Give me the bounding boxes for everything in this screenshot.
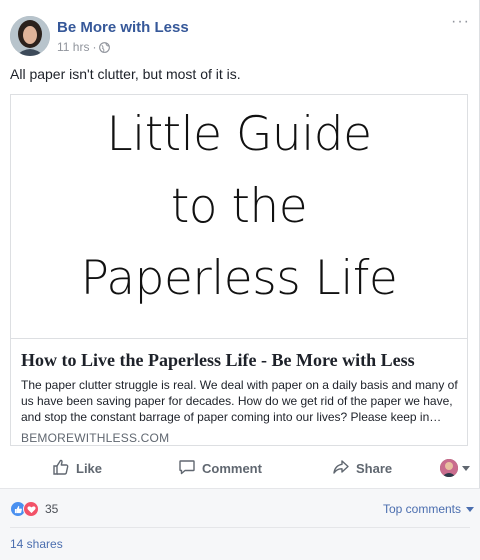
sort-chevron-down-icon <box>466 506 474 512</box>
attachment-image[interactable]: Little Guide to the Paperless Life <box>11 95 467 339</box>
sort-label: Top comments <box>382 502 461 516</box>
comment-label: Comment <box>202 460 262 476</box>
reaction-count: 35 <box>45 502 59 516</box>
more-options-icon[interactable]: ··· <box>451 14 470 30</box>
like-button[interactable]: Like <box>52 452 102 484</box>
page-avatar[interactable] <box>10 16 50 56</box>
image-text-line-2: to the <box>170 179 308 234</box>
share-label: Share <box>356 460 393 476</box>
post-footer: 35 Top comments 14 shares <box>0 488 480 560</box>
globe-icon <box>99 41 111 53</box>
like-label: Like <box>76 460 103 476</box>
top-comments-dropdown[interactable]: Top comments <box>383 502 474 516</box>
link-attachment[interactable]: Little Guide to the Paperless Life How t… <box>10 94 468 446</box>
feed-post: Be More with Less 11 hrs · ··· All paper… <box>0 0 480 560</box>
shares-link[interactable]: 14 shares <box>10 537 63 551</box>
share-arrow-icon <box>332 458 350 479</box>
love-reaction-icon <box>23 501 39 517</box>
attachment-body: How to Live the Paperless Life - Be More… <box>21 349 459 445</box>
comment-icon <box>178 458 196 479</box>
image-text-line-1: Little Guide <box>106 107 372 162</box>
attachment-description: The paper clutter struggle is real. We d… <box>21 378 458 424</box>
post-as-selector[interactable] <box>440 452 470 484</box>
comment-button[interactable]: Comment <box>178 452 262 484</box>
reactions-summary[interactable]: 35 <box>10 501 58 517</box>
meta-separator: · <box>92 40 97 54</box>
thumbs-up-icon <box>52 458 70 479</box>
post-timestamp[interactable]: 11 hrs <box>57 40 89 54</box>
share-button[interactable]: Share <box>332 452 392 484</box>
user-avatar-icon <box>440 459 458 477</box>
post-actions: Like Comment Share <box>0 452 480 484</box>
attachment-title[interactable]: How to Live the Paperless Life - Be More… <box>21 349 459 371</box>
image-text-line-3: Paperless Life <box>80 251 398 306</box>
attachment-domain: BEMOREWITHLESS.COM <box>21 431 170 445</box>
footer-divider <box>10 527 470 528</box>
chevron-down-icon <box>462 465 470 471</box>
post-text: All paper isn't clutter, but most of it … <box>10 66 241 82</box>
post-meta: 11 hrs · <box>57 40 111 54</box>
post-header: Be More with Less 11 hrs · ··· <box>10 14 470 58</box>
page-name-link[interactable]: Be More with Less <box>57 19 189 36</box>
